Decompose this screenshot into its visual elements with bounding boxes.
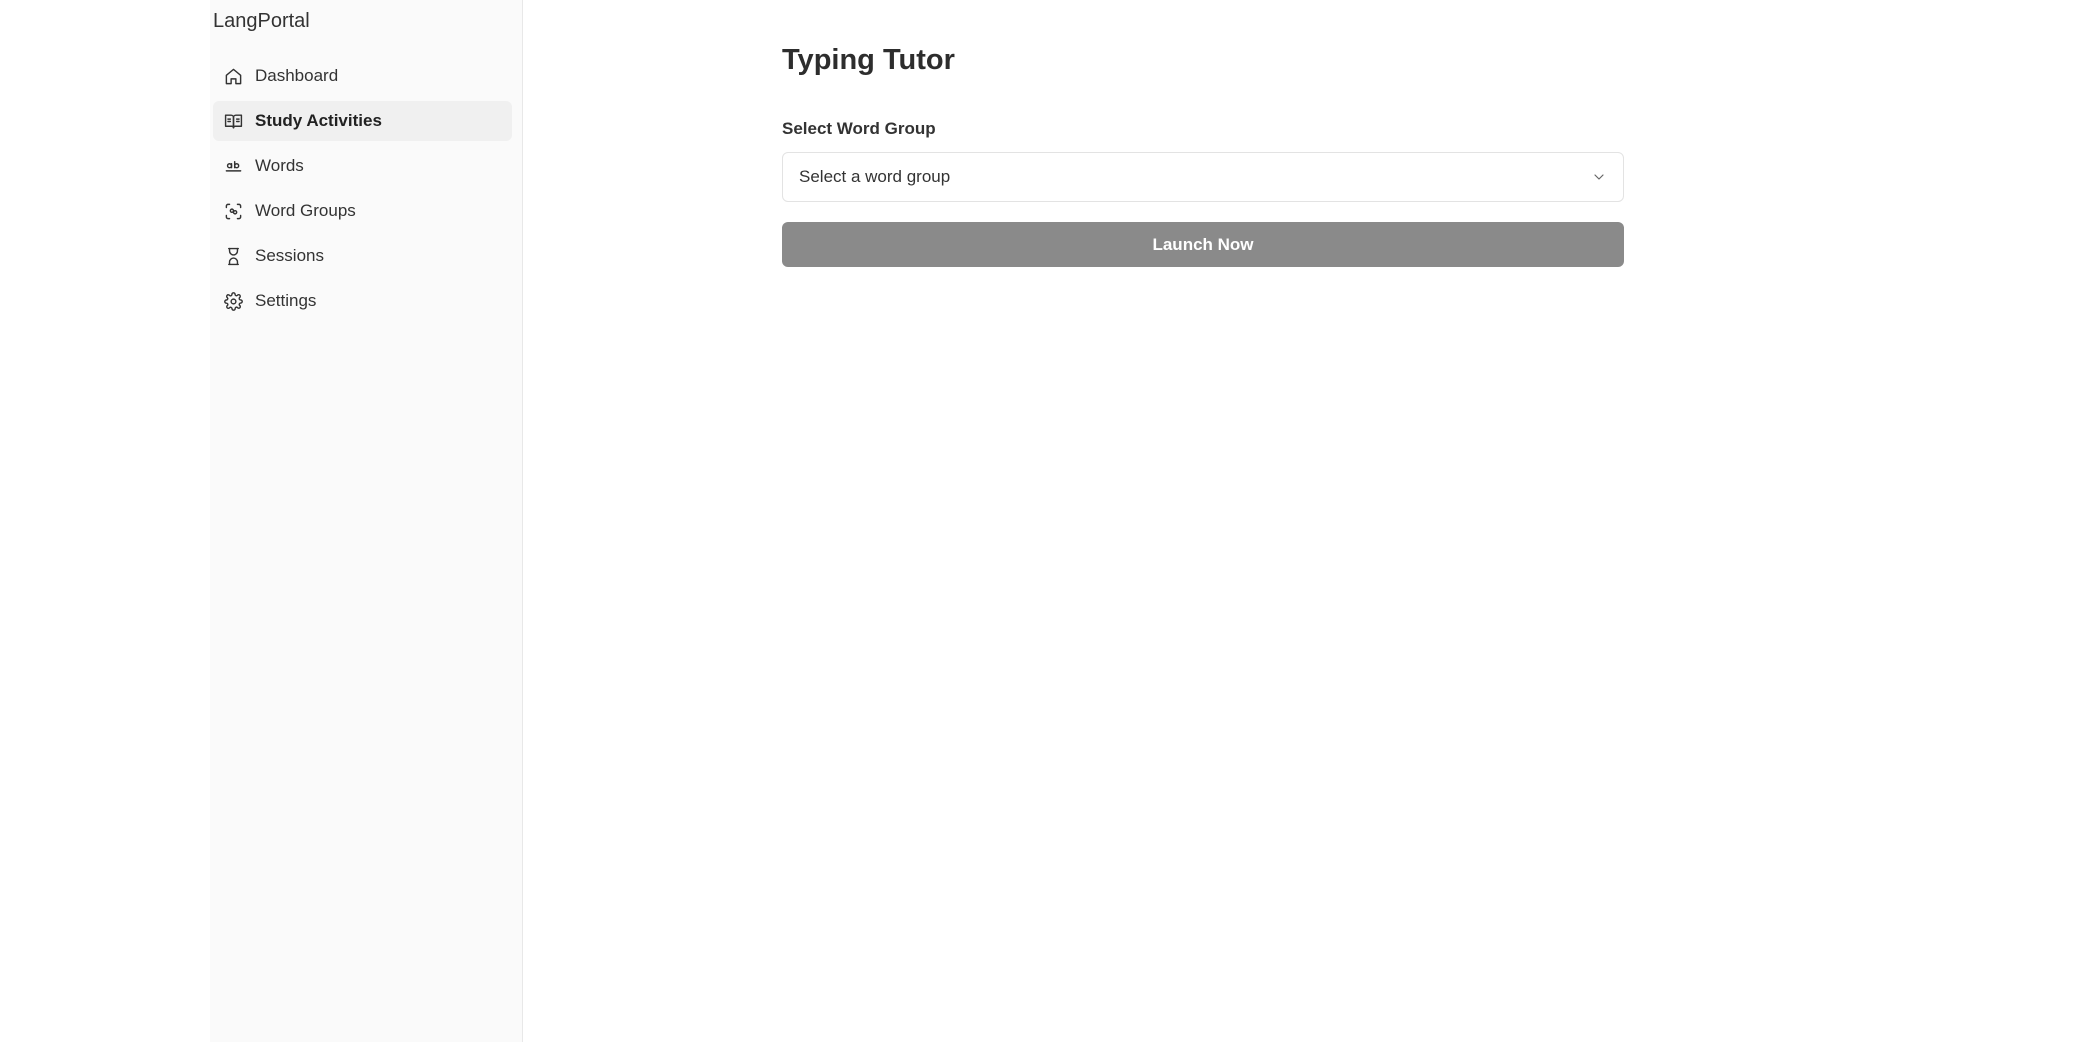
book-open-icon [223,111,243,131]
sidebar-item-label: Words [255,156,304,175]
whole-word-icon [223,156,243,176]
sidebar-item-words[interactable]: Words [213,146,512,186]
page-title: Typing Tutor [782,44,955,76]
word-groups-icon [223,201,243,221]
sidebar-item-label: Dashboard [255,66,339,85]
word-group-select-value: Select a word group [799,167,951,186]
launch-now-button[interactable]: Launch Now [782,222,1624,267]
sidebar-item-sessions[interactable]: Sessions [213,236,512,276]
hourglass-icon [223,246,243,266]
word-group-label: Select Word Group [782,119,936,138]
sidebar: LangPortal Dashboard Study Activities Wo… [210,0,523,1042]
sidebar-item-study-activities[interactable]: Study Activities [213,101,512,141]
sidebar-item-label: Sessions [255,246,324,265]
chevron-down-icon [1591,169,1607,185]
sidebar-item-label: Settings [255,291,317,310]
sidebar-item-dashboard[interactable]: Dashboard [213,56,512,96]
home-icon [223,66,243,86]
sidebar-nav: Dashboard Study Activities Words Word Gr… [213,56,512,326]
main-content: Typing Tutor Select Word Group Select a … [782,40,1624,267]
word-group-select[interactable]: Select a word group [782,152,1624,202]
sidebar-item-label: Study Activities [255,111,382,130]
sidebar-item-word-groups[interactable]: Word Groups [213,191,512,231]
sidebar-item-settings[interactable]: Settings [213,281,512,321]
sidebar-item-label: Word Groups [255,201,356,220]
gear-icon [223,291,243,311]
app-brand[interactable]: LangPortal [213,10,310,33]
